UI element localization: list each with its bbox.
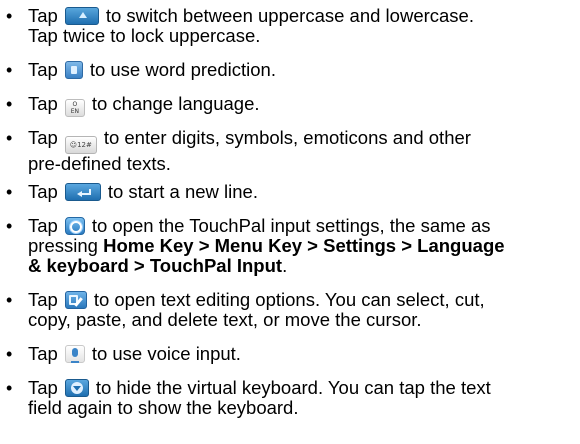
list-item: • Tap O EN to change language. xyxy=(0,93,580,117)
item-text: Tap O EN to change language. xyxy=(28,93,260,117)
list-item: • Tap ☺12# to enter digits, symbols, emoti… xyxy=(0,128,580,174)
item-text: Tap to hide the virtual keyboard. You can… xyxy=(28,377,491,418)
item-text: Tap to use word prediction. xyxy=(28,59,276,80)
list-item: • Tap to use word prediction. xyxy=(0,60,580,82)
list-item: • Tap to open text editing options. You c… xyxy=(0,290,580,332)
item-text: Tap ☺12# to enter digits, symbols, emotico… xyxy=(28,127,471,174)
item-text: Tap to open the TouchPal input settings, … xyxy=(28,215,505,276)
bullet: • xyxy=(6,94,13,114)
hide-keyboard-key-icon xyxy=(64,379,89,397)
item-text: Tap to open text editing options. You can… xyxy=(28,289,485,330)
settings-key-icon xyxy=(64,217,85,235)
enter-key-icon xyxy=(64,183,101,201)
text-edit-key-icon xyxy=(64,291,87,309)
list-item: • Tap to start a new line. xyxy=(0,182,580,204)
list-item: • Tap to use voice input. xyxy=(0,344,580,366)
bullet: • xyxy=(6,182,13,202)
list-item: • Tap to open the TouchPal input settings… xyxy=(0,216,580,278)
symbols-key-icon: ☺12# xyxy=(64,136,97,154)
bullet: • xyxy=(6,216,13,236)
instruction-list: • Tap to switch between uppercase and low… xyxy=(0,0,580,444)
bullet: • xyxy=(6,128,13,148)
bullet: • xyxy=(6,6,13,26)
list-item: • Tap to switch between uppercase and low… xyxy=(0,6,580,48)
list-item: • Tap to hide the virtual keyboard. You c… xyxy=(0,378,580,420)
bullet: • xyxy=(6,60,13,80)
shift-key-icon xyxy=(64,7,99,25)
language-key-icon: O EN xyxy=(64,99,85,117)
word-prediction-key-icon xyxy=(64,61,83,79)
bullet: • xyxy=(6,378,13,398)
item-text: Tap to use voice input. xyxy=(28,343,241,364)
voice-input-key-icon xyxy=(64,345,85,363)
bullet: • xyxy=(6,344,13,364)
item-text: Tap to switch between uppercase and lower… xyxy=(28,5,474,46)
bullet: • xyxy=(6,290,13,310)
item-text: Tap to start a new line. xyxy=(28,181,258,202)
